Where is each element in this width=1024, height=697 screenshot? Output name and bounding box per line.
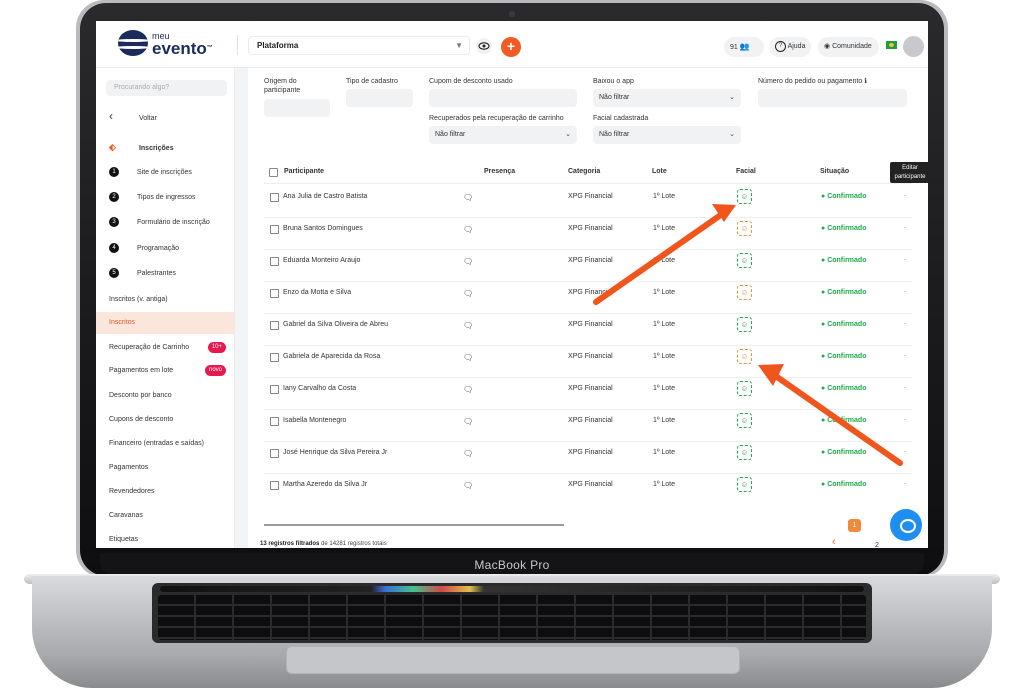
- keyboard-keys: [158, 595, 866, 640]
- arrow-to-orange-face: [767, 369, 903, 466]
- touch-bar: [160, 586, 864, 592]
- device-label: MacBook Pro: [474, 558, 550, 572]
- arrow-to-green-face: [593, 209, 728, 305]
- trackpad: [286, 646, 740, 674]
